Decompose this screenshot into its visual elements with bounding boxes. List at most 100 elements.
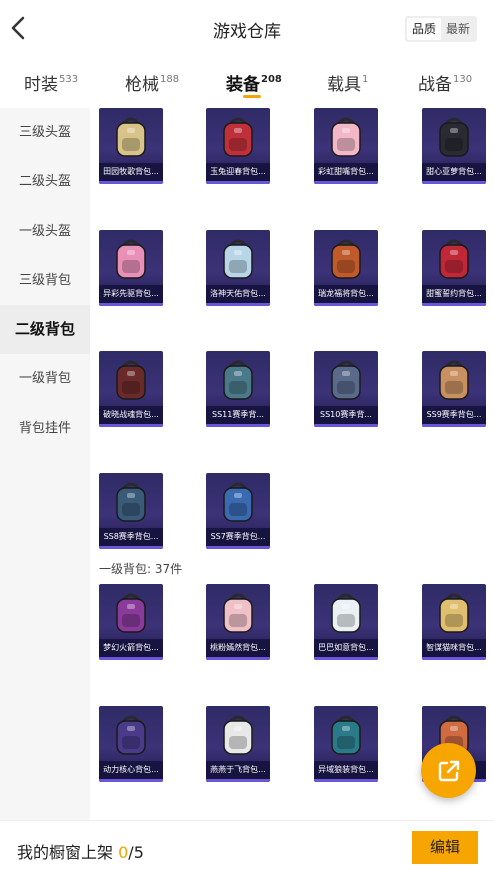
grid-item-label: 玉兔迎春背包...	[206, 163, 270, 181]
tab-vehicles[interactable]: 载具1	[327, 70, 368, 95]
grid-item-label: SS8赛季背包...	[99, 528, 163, 546]
sidebar-item-helmet-lv2[interactable]: 二级头盔	[0, 157, 90, 206]
tab-equipment[interactable]: 装备208	[226, 70, 282, 95]
grid-item[interactable]: 异域狼装背包...	[314, 706, 378, 782]
backpack-icon	[439, 593, 469, 633]
item-grid: 一级背包: 37件 田园牧歌背包... 玉兔迎春背包... 彩虹甜嘴背包... 甜心亚…	[90, 108, 494, 820]
external-link-icon	[438, 760, 459, 781]
grid-item-label: SS7赛季背包...	[206, 528, 270, 546]
tab-supplies[interactable]: 战备130	[418, 70, 472, 95]
grid-item[interactable]: 巴巴如意背包...	[314, 584, 378, 660]
sidebar-item-backpack-lv2[interactable]: 二级背包	[0, 305, 90, 355]
grid-item[interactable]: 玉兔迎春背包...	[206, 108, 270, 184]
tab-label: 装备	[226, 75, 260, 95]
sidebar-item-helmet-lv3[interactable]: 三级头盔	[0, 108, 90, 157]
grid-item-label: SS10赛季背...	[314, 406, 378, 424]
grid-item[interactable]: SS11赛季背...	[206, 351, 270, 427]
active-tab-indicator	[243, 95, 261, 98]
backpack-icon	[439, 117, 469, 157]
grid-item[interactable]: 洛神天佑背包...	[206, 230, 270, 306]
grid-item[interactable]: 智谋猫咪背包...	[422, 584, 486, 660]
grid-item-label: 洛神天佑背包...	[206, 285, 270, 303]
grid-item-label: 甜心亚萝背包...	[422, 163, 486, 181]
backpack-icon	[331, 715, 361, 755]
sidebar-item-backpack-charm[interactable]: 背包挂件	[0, 404, 90, 453]
grid-item[interactable]: 破晓战魂背包...	[99, 351, 163, 427]
tab-label: 枪械	[125, 75, 159, 95]
tab-fashion[interactable]: 时装533	[24, 70, 78, 95]
backpack-icon	[223, 239, 253, 279]
showcase-total-count: /5	[128, 843, 144, 862]
backpack-icon	[116, 117, 146, 157]
grid-item[interactable]: SS9赛季背包...	[422, 351, 486, 427]
sidebar-item-backpack-lv3[interactable]: 三级背包	[0, 256, 90, 305]
category-tabs: 时装533 枪械188 装备208 载具1 战备130	[0, 62, 494, 106]
grid-item-label: 田园牧歌背包...	[99, 163, 163, 181]
sidebar: 三级头盔 二级头盔 一级头盔 三级背包 二级背包 一级背包 背包挂件	[0, 108, 90, 820]
backpack-icon	[223, 482, 253, 522]
grid-item-label: 破晓战魂背包...	[99, 406, 163, 424]
backpack-icon	[116, 239, 146, 279]
grid-item[interactable]: SS10赛季背...	[314, 351, 378, 427]
grid-item-label: 梦幻火箭背包...	[99, 639, 163, 657]
backpack-icon	[331, 593, 361, 633]
grid-item-label: 异域狼装背包...	[314, 761, 378, 779]
tab-count: 130	[453, 74, 473, 85]
tab-label: 时装	[24, 75, 58, 95]
tab-count: 533	[59, 74, 79, 85]
grid-item[interactable]: 桃粉嫣然背包...	[206, 584, 270, 660]
tab-count: 208	[261, 74, 282, 85]
sidebar-item-helmet-lv1[interactable]: 一级头盔	[0, 207, 90, 256]
backpack-icon	[439, 360, 469, 400]
backpack-icon	[116, 360, 146, 400]
grid-item-label: 甜蜜誓约背包...	[422, 285, 486, 303]
share-button[interactable]	[421, 743, 476, 798]
grid-item-label: 燕燕于飞背包...	[206, 761, 270, 779]
grid-item[interactable]: 异彩先驱背包...	[99, 230, 163, 306]
backpack-icon	[331, 239, 361, 279]
sidebar-item-backpack-lv1[interactable]: 一级背包	[0, 354, 90, 403]
grid-item[interactable]: 梦幻火箭背包...	[99, 584, 163, 660]
grid-item-label: 桃粉嫣然背包...	[206, 639, 270, 657]
backpack-icon	[116, 482, 146, 522]
backpack-icon	[116, 715, 146, 755]
grid-item[interactable]: 田园牧歌背包...	[99, 108, 163, 184]
grid-item[interactable]: 甜心亚萝背包...	[422, 108, 486, 184]
section-label-backpack-lv1: 一级背包: 37件	[99, 562, 183, 576]
sort-toggle[interactable]: 品质 最新	[405, 16, 477, 42]
backpack-icon	[223, 117, 253, 157]
grid-item-label: 瑞龙福将背包...	[314, 285, 378, 303]
grid-item[interactable]: SS7赛季背包...	[206, 473, 270, 549]
grid-item-label: 彩虹甜嘴背包...	[314, 163, 378, 181]
sort-option-newest[interactable]: 最新	[441, 18, 475, 40]
grid-item[interactable]: 瑞龙福将背包...	[314, 230, 378, 306]
backpack-icon	[223, 715, 253, 755]
edit-button[interactable]: 编辑	[412, 831, 478, 864]
grid-item[interactable]: 甜蜜誓约背包...	[422, 230, 486, 306]
header: 游戏仓库 品质 最新	[0, 0, 494, 56]
sort-option-quality[interactable]: 品质	[407, 18, 441, 40]
backpack-icon	[223, 360, 253, 400]
grid-item[interactable]: 燕燕于飞背包...	[206, 706, 270, 782]
grid-item[interactable]: SS8赛季背包...	[99, 473, 163, 549]
backpack-icon	[331, 117, 361, 157]
showcase-current-count: 0	[118, 843, 129, 862]
tab-label: 载具	[327, 75, 361, 95]
grid-item-label: SS9赛季背包...	[422, 406, 486, 424]
footer-bar: 我的橱窗上架 0/5 编辑	[0, 820, 494, 875]
grid-item-label: 巴巴如意背包...	[314, 639, 378, 657]
tab-guns[interactable]: 枪械188	[125, 70, 179, 95]
grid-item-label: 智谋猫咪背包...	[422, 639, 486, 657]
warehouse-page: 游戏仓库 品质 最新 时装533 枪械188 装备208 载具1 战备130 三…	[0, 0, 494, 875]
backpack-icon	[223, 593, 253, 633]
grid-item-label: 动力核心背包...	[99, 761, 163, 779]
grid-item[interactable]: 彩虹甜嘴背包...	[314, 108, 378, 184]
tab-count: 1	[362, 74, 369, 85]
backpack-icon	[116, 593, 146, 633]
tab-label: 战备	[418, 75, 452, 95]
tab-count: 188	[160, 74, 180, 85]
grid-item[interactable]: 动力核心背包...	[99, 706, 163, 782]
showcase-label: 我的橱窗上架	[17, 843, 114, 862]
showcase-status: 我的橱窗上架 0/5	[17, 839, 144, 863]
backpack-icon	[331, 360, 361, 400]
